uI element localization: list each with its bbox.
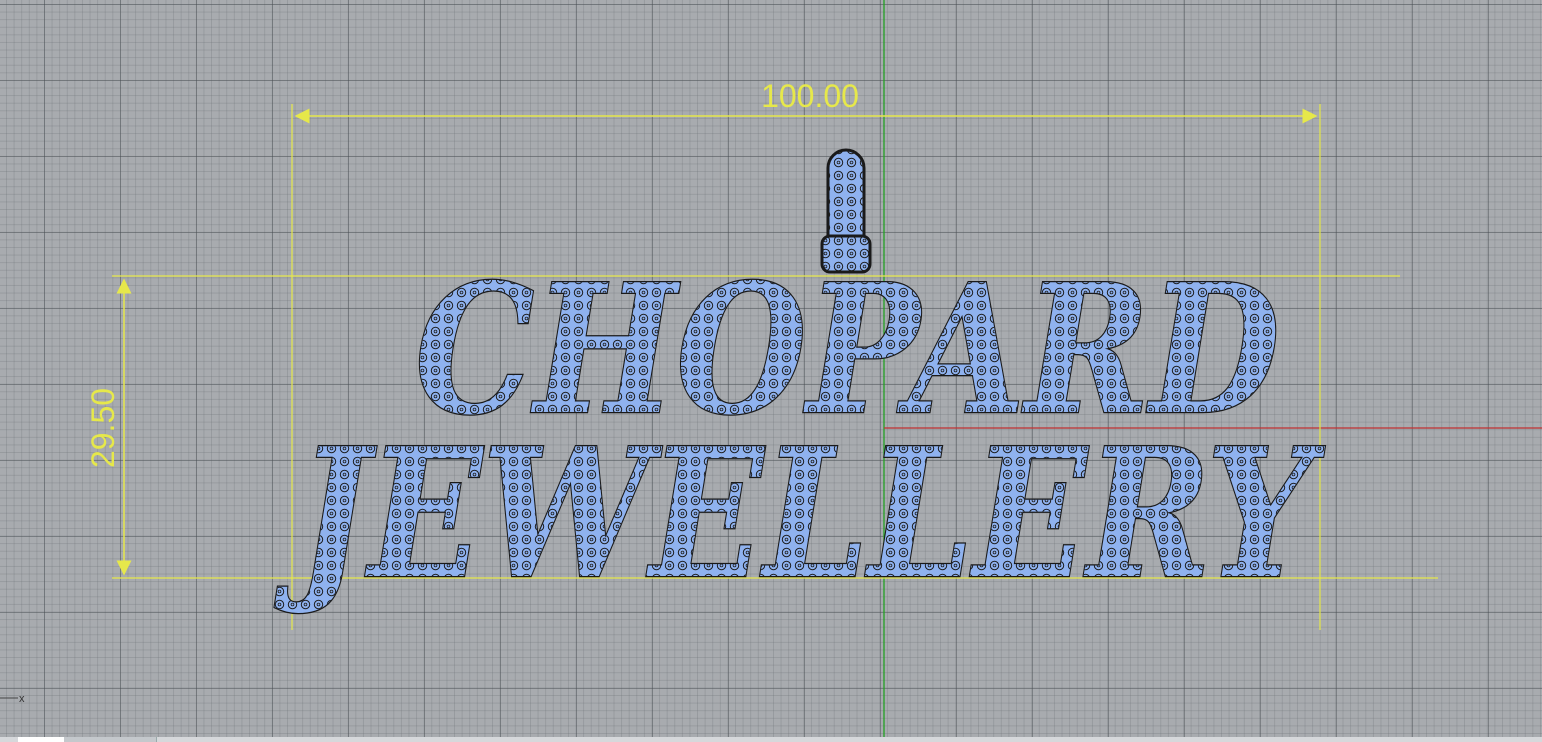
viewport-canvas[interactable]: 100.00 29.50 CHOPARD CHOPARD JEWELLERY J… — [0, 0, 1542, 737]
height-dimension-label: 29.50 — [85, 388, 121, 468]
width-dimension-label: 100.00 — [761, 78, 859, 114]
viewport-tab-3[interactable] — [110, 737, 157, 742]
viewport-tab-2[interactable] — [64, 737, 111, 742]
axis-indicator-x-label: x — [19, 693, 25, 705]
pendant-line-2-stones: JEWELLERY — [275, 409, 1326, 618]
pendant-lettering[interactable]: CHOPARD CHOPARD JEWELLERY JEWELLERY — [273, 244, 1326, 620]
viewport-tab-1[interactable] — [18, 737, 65, 742]
viewport-front[interactable]: 100.00 29.50 CHOPARD CHOPARD JEWELLERY J… — [0, 0, 1542, 737]
axis-indicator: x — [0, 693, 25, 705]
viewport-tab-bar — [0, 737, 1542, 742]
